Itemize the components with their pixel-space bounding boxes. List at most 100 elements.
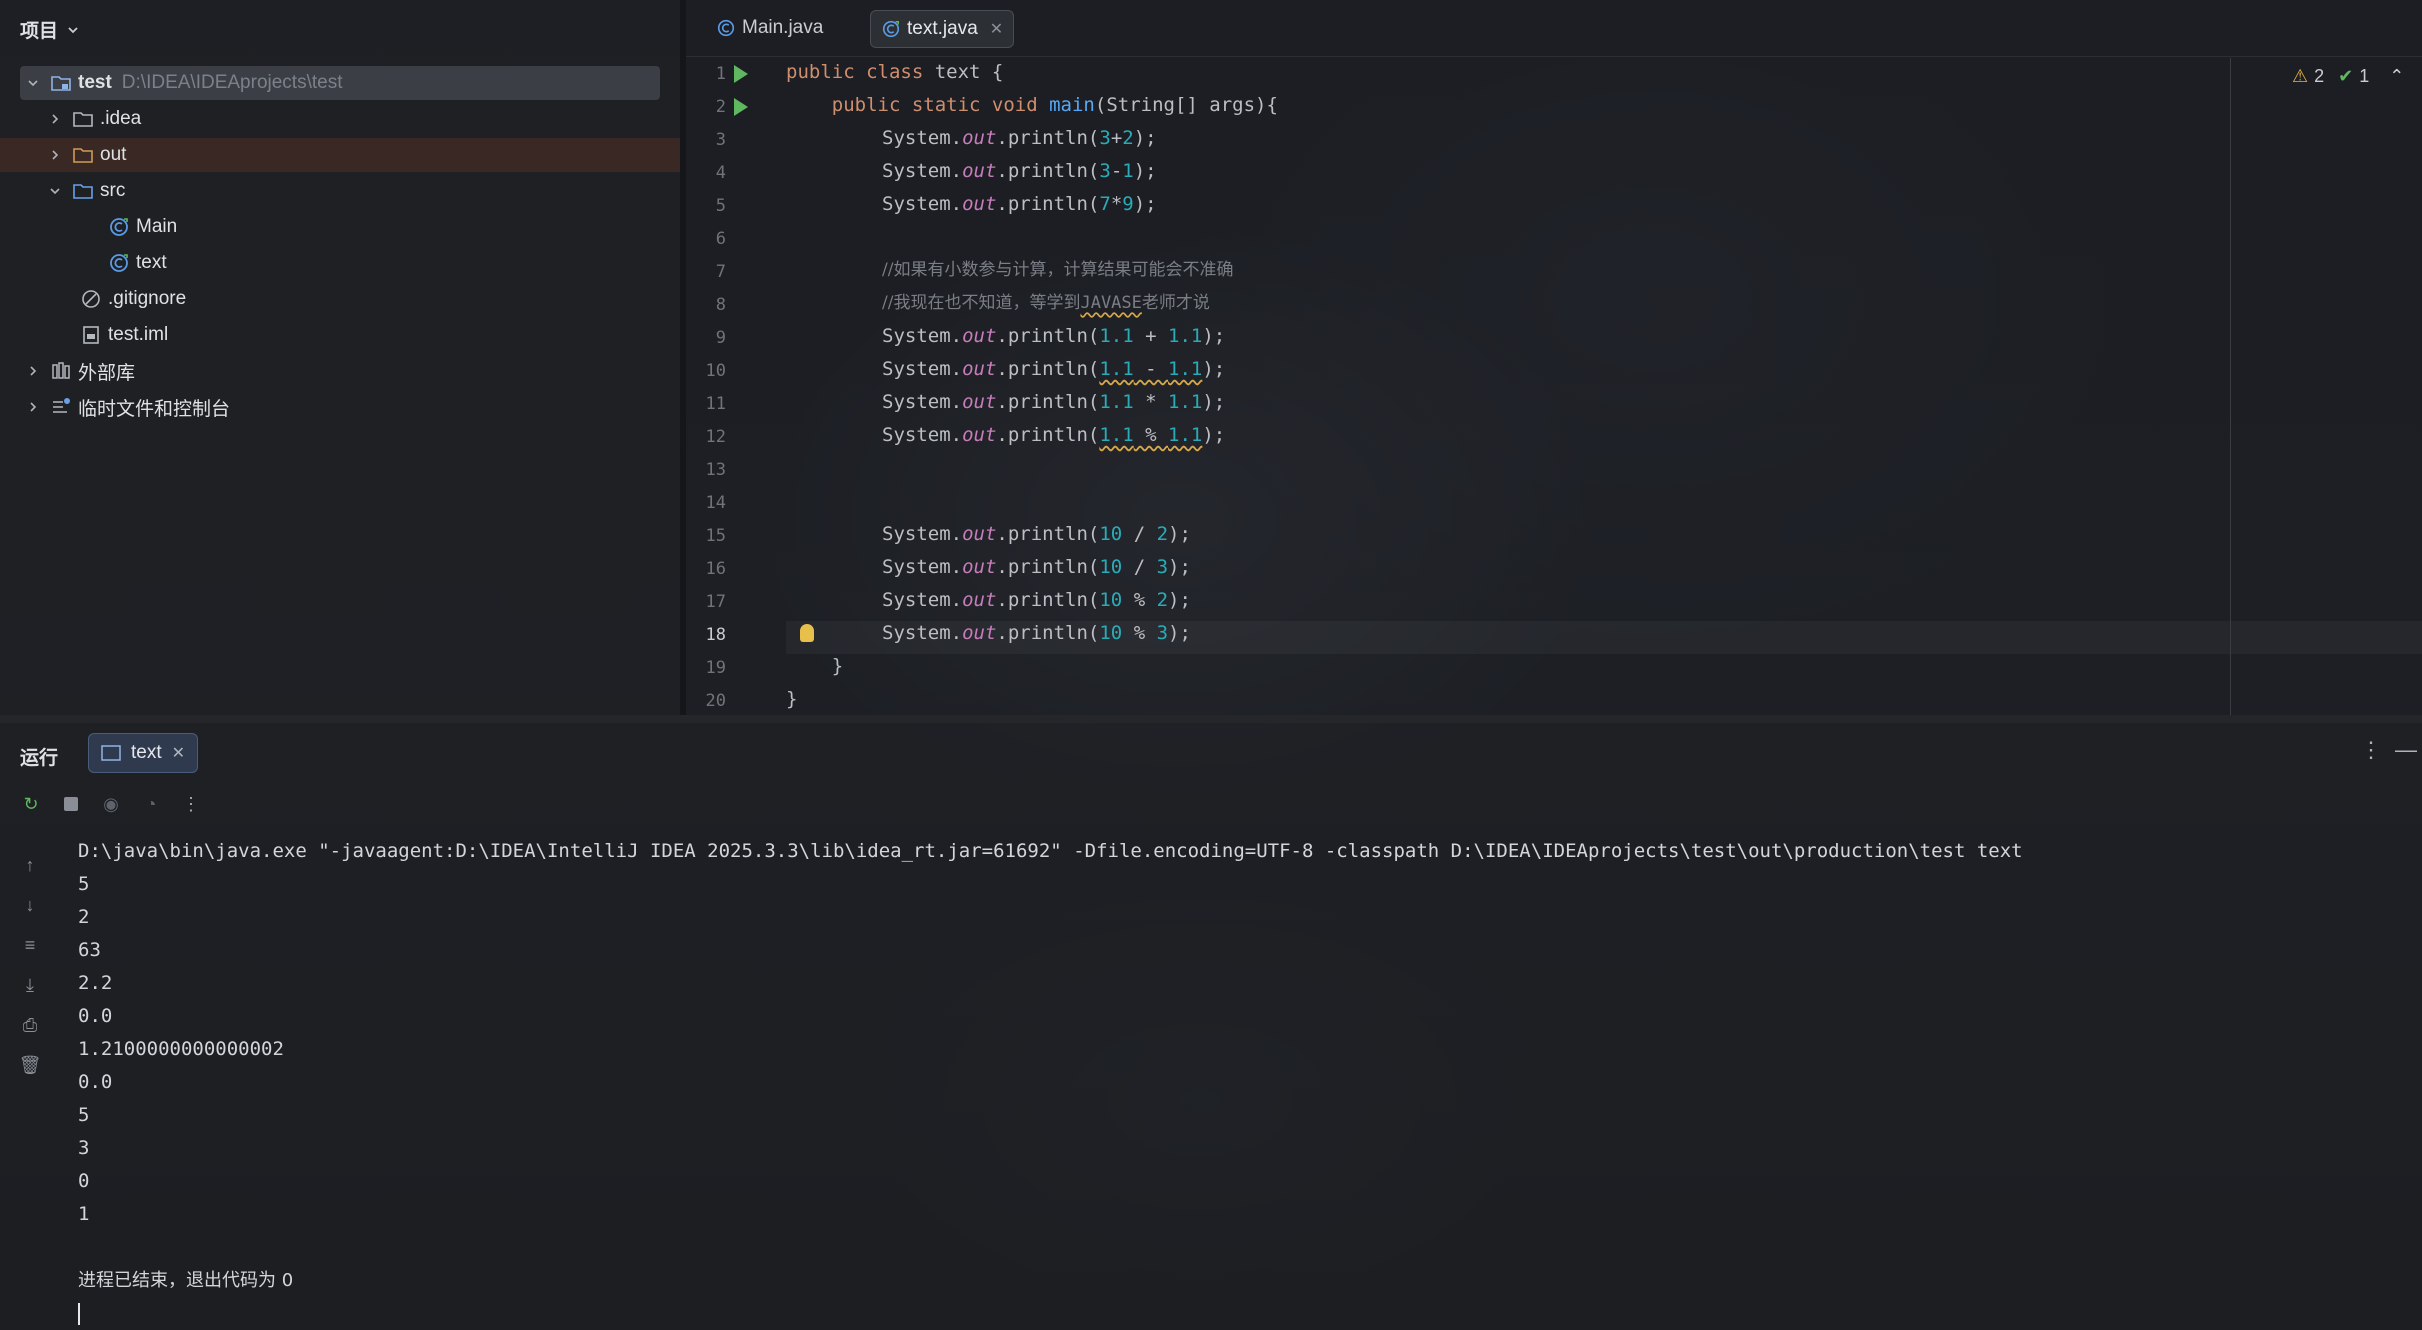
code-text: System. [882,358,963,380]
operator: / [1122,523,1157,545]
chevron-down-icon[interactable] [26,76,40,90]
line-number: 18 [705,625,726,645]
code-text: .println( [996,589,1100,611]
ignore-file-icon [82,290,100,308]
tree-item-gitignore[interactable]: .gitignore [80,282,186,316]
tab-main-java[interactable]: Main.java [706,10,833,46]
code-text: ); [1168,523,1191,545]
static-field: out [962,556,997,578]
code-area[interactable]: public class text { public static void m… [786,56,1916,715]
stop-icon[interactable] [60,793,82,815]
tree-item-scratches[interactable]: 临时文件和控制台 [26,390,230,424]
static-field: out [962,193,997,215]
rerun-icon[interactable]: ↻ [20,793,42,815]
code-line: System.out.println(1.1 * 1.1); [882,386,1225,419]
tree-item-test-iml[interactable]: test.iml [80,318,168,352]
code-text: ); [1133,127,1157,149]
console-line: 2.2 [78,972,113,994]
close-icon[interactable]: ✕ [990,19,1003,39]
tree-item-out[interactable]: out [0,138,680,172]
number: 1.1 [1099,391,1134,413]
console-line: 1 [78,1203,90,1225]
soft-wrap-icon[interactable]: ≡ [18,933,42,957]
code-line: System.out.println(3-1); [882,155,1157,188]
number: 1.1 [1168,325,1203,347]
code-line: public static void main(String[] args){ [786,89,1278,122]
editor-area: Main.java text.java ✕ 1 2 3 4 5 6 7 8 9 … [686,0,2422,715]
number: 1.1 [1099,424,1134,446]
comment-text: //我现在也不知道，等学到 [882,293,1081,313]
number: 9 [1122,193,1134,215]
camera-icon[interactable]: ◉ [100,793,122,815]
tree-item-label: 临时文件和控制台 [78,398,231,420]
source-folder-icon [73,184,93,199]
project-header[interactable]: 项目 [20,16,80,43]
tab-label: text.java [907,18,978,39]
console-line: 2 [78,906,90,928]
static-field: out [962,589,997,611]
code-text: (String[] args){ [1094,94,1278,116]
line-number: 16 [705,559,726,579]
chevron-up-icon[interactable]: ⌃ [2389,66,2404,87]
line-number: 19 [705,658,726,678]
code-line: System.out.println(10 % 2); [882,584,1191,617]
code-text: System. [882,391,963,413]
line-number: 14 [705,493,726,513]
code-text: System. [882,127,963,149]
tree-item-test[interactable]: test D:\IDEA\IDEAprojects\test [20,66,660,100]
code-line: System.out.println(1.1 + 1.1); [882,320,1225,353]
number: 10 [1099,556,1123,578]
run-gutter-icon[interactable] [734,65,748,83]
code-text: .println( [996,622,1100,644]
chevron-down-icon [68,26,78,33]
trash-icon[interactable]: 🗑 [18,1053,42,1077]
module-folder-icon [51,76,71,91]
console-icon [101,745,121,761]
more-vertical-icon[interactable]: ⋮ [180,793,202,815]
line-number: 4 [715,163,726,183]
chevron-right-icon[interactable] [48,112,62,126]
code-line: System.out.println(10 / 2); [882,518,1191,551]
code-text: .println( [996,424,1100,446]
more-options-icon[interactable]: ⋮ [2360,737,2382,763]
console-output[interactable]: D:\java\bin\java.exe "-javaagent:D:\IDEA… [78,835,2023,1330]
keyword: public static void [786,94,1050,116]
arrow-down-icon[interactable]: ↓ [18,893,42,917]
run-gutter-icon[interactable] [734,98,748,116]
code-line: } [786,655,844,677]
code-line: public class text { [786,56,1003,89]
tree-item-main[interactable]: Main [108,210,177,244]
line-number: 12 [705,427,726,447]
tab-text-java[interactable]: text.java ✕ [870,10,1015,48]
scroll-to-end-icon[interactable]: ⤓ [18,973,42,997]
static-field: out [962,523,997,545]
static-field: out [962,622,997,644]
number: 7 [1099,193,1111,215]
code-text: System. [882,589,963,611]
close-icon[interactable]: ✕ [172,743,185,763]
horizontal-splitter[interactable] [0,715,2422,723]
inspection-widget[interactable]: ⚠ 2 ✔ 1 ⌃ ⌄ [2292,66,2422,87]
chevron-down-icon[interactable] [48,184,62,198]
line-number: 2 [715,97,726,117]
number: 3 [1099,127,1111,149]
chevron-right-icon[interactable] [26,400,40,414]
tree-item-src[interactable]: src [48,174,125,208]
tree-item-idea[interactable]: .idea [48,102,141,136]
code-text: System. [882,325,963,347]
minimize-icon[interactable]: — [2395,737,2417,763]
profiler-icon[interactable]: ◔ [140,793,162,815]
arrow-up-icon[interactable]: ↑ [18,853,42,877]
run-tab-text[interactable]: text ✕ [88,733,199,773]
code-text: .println( [996,160,1100,182]
code-text: System. [882,193,963,215]
print-icon[interactable]: ⎙ [18,1013,42,1037]
code-text: System. [882,160,963,182]
chevron-right-icon[interactable] [48,148,62,162]
chevron-right-icon[interactable] [26,364,40,378]
code-line: System.out.println(1.1 % 1.1); [882,419,1225,452]
tree-item-text[interactable]: text [108,246,167,280]
code-text: ); [1202,391,1226,413]
tree-item-external-libraries[interactable]: 外部库 [26,354,135,388]
